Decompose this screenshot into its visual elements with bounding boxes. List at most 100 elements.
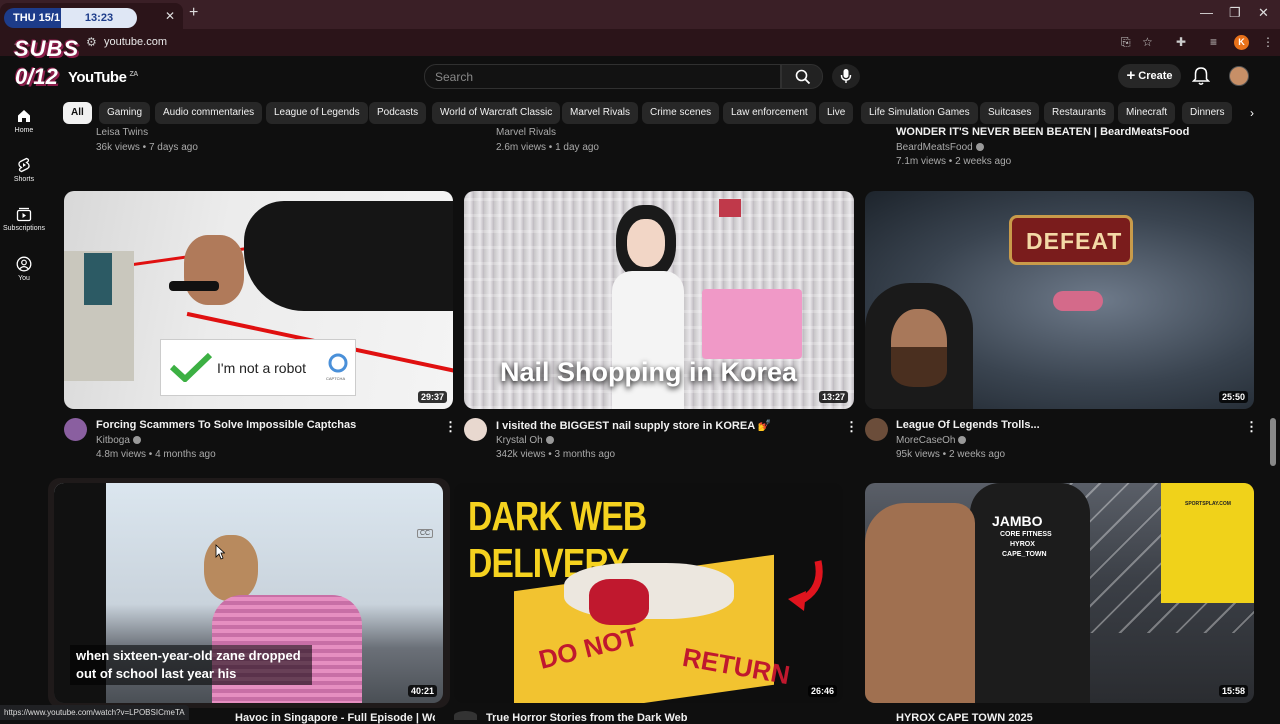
search-input[interactable]: Search bbox=[424, 64, 781, 89]
streamer-beard bbox=[891, 347, 947, 387]
install-app-icon[interactable]: ⎘ bbox=[1121, 35, 1131, 50]
create-button[interactable]: + Create bbox=[1118, 64, 1181, 88]
video-title[interactable]: Havoc in Singapore - Full Episode | Worl… bbox=[235, 712, 435, 724]
restore-icon[interactable]: ❐ bbox=[1229, 5, 1241, 21]
video-title[interactable]: WONDER IT'S NEVER BEEN BEATEN | BeardMea… bbox=[896, 126, 1236, 138]
captcha-label: CAPTCHA bbox=[326, 376, 346, 381]
store-sign bbox=[719, 199, 741, 217]
video-channel[interactable]: Kitboga bbox=[96, 435, 141, 446]
chip-live[interactable]: Live bbox=[819, 102, 854, 124]
chip-all[interactable]: All bbox=[63, 102, 92, 124]
chip-law-enforcement[interactable]: Law enforcement bbox=[723, 102, 816, 124]
video-channel[interactable]: Krystal Oh bbox=[496, 435, 554, 446]
notifications-bell-icon[interactable] bbox=[1192, 66, 1210, 86]
more-options-icon[interactable]: ⋮ bbox=[1245, 419, 1258, 435]
extensions-icon[interactable]: ✚ bbox=[1176, 35, 1186, 49]
sidebar-item-you[interactable]: You bbox=[0, 256, 48, 282]
media-controls-icon[interactable]: ≡ bbox=[1210, 35, 1217, 49]
video-channel[interactable]: Leisa Twins bbox=[96, 127, 148, 138]
chip-podcasts[interactable]: Podcasts bbox=[369, 102, 427, 124]
person-face bbox=[627, 219, 665, 267]
video-thumbnail[interactable]: Nail Shopping in Korea 13:27 bbox=[464, 191, 854, 409]
channel-avatar[interactable] bbox=[64, 418, 87, 441]
video-title[interactable]: HYROX CAPE TOWN 2025 bbox=[896, 712, 1033, 724]
chip-marvel-rivals[interactable]: Marvel Rivals bbox=[562, 102, 639, 124]
page-scrollbar[interactable] bbox=[1270, 418, 1276, 466]
home-icon bbox=[18, 110, 30, 122]
video-meta: 36k views • 7 days ago bbox=[96, 142, 198, 153]
verified-icon bbox=[975, 143, 984, 152]
close-tab-icon[interactable]: ✕ bbox=[165, 9, 175, 23]
champion-figure bbox=[1053, 291, 1103, 311]
video-title[interactable]: Forcing Scammers To Solve Impossible Cap… bbox=[96, 419, 356, 431]
chip-world-of-warcraft-classic[interactable]: World of Warcraft Classic bbox=[432, 102, 561, 124]
close-window-icon[interactable]: ✕ bbox=[1258, 5, 1269, 21]
video-duration: 29:37 bbox=[417, 391, 447, 403]
video-title[interactable]: League Of Legends Trolls... bbox=[896, 419, 1040, 431]
youtube-logo[interactable]: YouTube ZA bbox=[68, 69, 138, 86]
verified-icon bbox=[958, 436, 967, 445]
video-thumbnail[interactable]: JAMBO CORE FITNESS HYROX CAPE_TOWN SPORT… bbox=[865, 483, 1254, 703]
url-field[interactable]: youtube.com bbox=[104, 36, 167, 48]
plus-icon: + bbox=[1126, 67, 1136, 84]
sidebar-item-subscriptions[interactable]: Subscriptions bbox=[0, 206, 48, 232]
recaptcha-icon bbox=[328, 353, 348, 373]
shirt-subtext: CORE FITNESS bbox=[1000, 531, 1052, 538]
shorts-icon bbox=[18, 157, 30, 173]
sidebar-item-home[interactable]: Home bbox=[0, 108, 48, 134]
channel-avatar[interactable] bbox=[454, 711, 477, 720]
chip-audio-commentaries[interactable]: Audio commentaries bbox=[155, 102, 263, 124]
vest-text: SPORTSPLAY.COM bbox=[1185, 501, 1231, 507]
voice-search-button[interactable] bbox=[832, 64, 860, 89]
search-placeholder: Search bbox=[435, 70, 474, 84]
chip-crime-scenes[interactable]: Crime scenes bbox=[642, 102, 720, 124]
defeat-banner: DEFEAT bbox=[1009, 215, 1133, 265]
link-status-bar: https://www.youtube.com/watch?v=LPOBSICm… bbox=[0, 705, 189, 720]
closed-captions-icon[interactable]: CC bbox=[417, 529, 434, 538]
chip-restaurants[interactable]: Restaurants bbox=[1044, 102, 1114, 124]
shirt-subtext: HYROX bbox=[1010, 541, 1035, 548]
video-duration: 25:50 bbox=[1218, 391, 1248, 403]
channel-avatar[interactable] bbox=[464, 418, 487, 441]
chip-life-simulation-games[interactable]: Life Simulation Games bbox=[861, 102, 978, 124]
more-options-icon[interactable]: ⋮ bbox=[845, 419, 858, 435]
chip-dinners[interactable]: Dinners bbox=[1182, 102, 1233, 124]
person-face bbox=[184, 235, 244, 305]
chip-gaming[interactable]: Gaming bbox=[99, 102, 151, 124]
video-thumbnail[interactable]: CC when sixteen-year-old zane dropped ou… bbox=[54, 483, 443, 703]
bookmark-star-icon[interactable]: ☆ bbox=[1142, 35, 1153, 49]
microphone-icon bbox=[840, 69, 852, 83]
chips-next-arrow-icon[interactable]: › bbox=[1241, 102, 1263, 124]
site-info-icon[interactable]: ⚙ bbox=[86, 35, 97, 49]
browser-tab[interactable]: THU 15/1 13:23 ✕ bbox=[0, 3, 183, 29]
video-channel[interactable]: BeardMeatsFood bbox=[896, 142, 984, 153]
minimize-icon[interactable]: — bbox=[1200, 5, 1213, 20]
time-badge: 13:23 bbox=[61, 8, 137, 28]
defeat-text: DEFEAT bbox=[1026, 228, 1123, 254]
sunglasses bbox=[169, 281, 219, 291]
video-title[interactable]: True Horror Stories from the Dark Web bbox=[486, 712, 688, 724]
captcha-box: I'm not a robot CAPTCHA bbox=[160, 339, 356, 396]
chip-suitcases[interactable]: Suitcases bbox=[980, 102, 1040, 124]
new-tab-icon[interactable]: + bbox=[189, 4, 198, 22]
chip-league-of-legends[interactable]: League of Legends bbox=[266, 102, 368, 124]
account-avatar[interactable] bbox=[1229, 66, 1249, 86]
channel-avatar[interactable] bbox=[865, 418, 888, 441]
video-channel[interactable]: Marvel Rivals bbox=[496, 127, 556, 138]
sidebar-item-label: Subscriptions bbox=[2, 225, 46, 232]
video-duration: 40:21 bbox=[407, 685, 437, 697]
channel-name: MoreCaseOh bbox=[896, 435, 956, 446]
video-thumbnail[interactable]: DARK WEB DELIVERY DO NOT RETURN 26:46 bbox=[454, 483, 843, 703]
browser-profile-avatar[interactable]: K bbox=[1234, 35, 1249, 50]
browser-menu-icon[interactable]: ⋮ bbox=[1262, 35, 1274, 49]
video-thumbnail[interactable]: I'm not a robot CAPTCHA 29:37 bbox=[64, 191, 453, 409]
chip-minecraft[interactable]: Minecraft bbox=[1118, 102, 1176, 124]
channel-name: Kitboga bbox=[96, 435, 130, 446]
video-thumbnail[interactable]: DEFEAT 25:50 bbox=[865, 191, 1254, 409]
sidebar-item-shorts[interactable]: Shorts bbox=[0, 157, 48, 183]
video-title[interactable]: I visited the BIGGEST nail supply store … bbox=[496, 419, 772, 432]
more-options-icon[interactable]: ⋮ bbox=[444, 419, 457, 435]
search-button[interactable] bbox=[781, 64, 823, 89]
video-channel[interactable]: MoreCaseOh bbox=[896, 435, 967, 446]
video-duration: 13:27 bbox=[818, 391, 848, 403]
